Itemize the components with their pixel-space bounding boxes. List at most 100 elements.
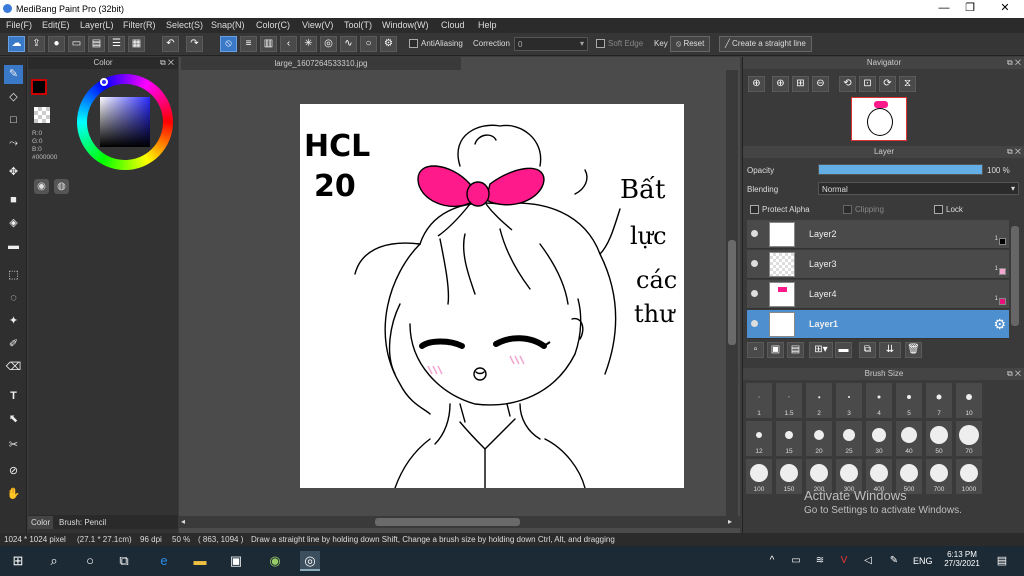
menu-edit[interactable]: Edit(E) <box>42 20 70 30</box>
windows-start-icon[interactable]: ⊞ <box>8 551 28 571</box>
brush-size-option[interactable]: 2 <box>805 382 833 419</box>
hue-handle[interactable] <box>100 78 108 86</box>
maximize-button[interactable]: ❐ <box>960 1 980 16</box>
soft-edge-checkbox[interactable] <box>596 39 605 48</box>
menu-cloud[interactable]: Cloud <box>441 20 465 30</box>
brush-size-option[interactable]: 70 <box>955 420 983 457</box>
edge-icon[interactable]: e <box>154 551 174 571</box>
snap-off-icon[interactable]: ⦸ <box>220 36 237 52</box>
notification-icon[interactable]: ▤ <box>992 551 1012 571</box>
wifi-icon[interactable]: ≋ <box>810 551 830 571</box>
tray-chevron-icon[interactable]: ^ <box>762 551 782 571</box>
visibility-icon[interactable] <box>751 320 758 327</box>
close-icon[interactable]: ⧉ ✕ <box>1007 146 1021 158</box>
brush-size-option[interactable]: 7 <box>925 382 953 419</box>
opacity-slider[interactable] <box>818 164 983 175</box>
reset-button[interactable]: ⦸ Reset <box>670 36 711 52</box>
brush-size-option[interactable]: 50 <box>925 420 953 457</box>
tab-color[interactable]: Color <box>28 516 54 529</box>
merge-layer-icon[interactable]: ⇊ <box>879 342 901 358</box>
share-icon[interactable]: ⇪ <box>28 36 45 52</box>
new-1bit-layer-icon[interactable]: ▤ <box>787 342 804 358</box>
zoom-actual-icon[interactable]: ⊞ <box>792 76 809 92</box>
transparent-color[interactable] <box>34 107 50 123</box>
brush-size-option[interactable]: 1 <box>745 382 773 419</box>
hue-wheel[interactable] <box>77 74 173 170</box>
select-eraser-icon[interactable]: ⌫ <box>4 358 23 377</box>
hand-tool-icon[interactable]: ✋ <box>4 485 23 504</box>
message-icon[interactable]: ▭ <box>68 36 85 52</box>
brush-size-option[interactable]: 12 <box>745 420 773 457</box>
lasso-icon[interactable]: ◌ <box>4 289 23 308</box>
close-button[interactable]: ✕ <box>995 1 1015 16</box>
lock-checkbox[interactable] <box>934 205 943 214</box>
correction-select[interactable]: 0 ▾ <box>514 37 588 51</box>
document-tab[interactable]: large_1607264533310.jpg <box>181 57 461 70</box>
menu-help[interactable]: Help <box>478 20 497 30</box>
text-tool-icon[interactable]: T <box>4 387 23 406</box>
duplicate-layer-icon[interactable]: ⧉ <box>859 342 876 358</box>
snap-curve-icon[interactable]: ∿ <box>340 36 357 52</box>
snap-circle-icon[interactable]: ◎ <box>320 36 337 52</box>
curve-tool-icon[interactable]: ⤳ <box>4 134 23 153</box>
blending-select[interactable]: Normal ▾ <box>818 182 1019 195</box>
brush-size-option[interactable]: 30 <box>865 420 893 457</box>
select-rect-icon[interactable]: ⬚ <box>4 266 23 285</box>
volume-icon[interactable]: ◁ <box>858 551 878 571</box>
fill-tool-icon[interactable]: ◈ <box>4 214 23 233</box>
menu-file[interactable]: File(F) <box>6 20 32 30</box>
grid-icon[interactable]: ▦ <box>128 36 145 52</box>
clock[interactable]: 6:13 PM 27/3/2021 <box>940 550 984 568</box>
menu-layer[interactable]: Layer(L) <box>80 20 114 30</box>
layer-row-layer4[interactable]: Layer4 1 <box>747 280 1009 309</box>
undo-icon[interactable]: ↶ <box>162 36 179 52</box>
list-icon[interactable]: ☰ <box>108 36 125 52</box>
layer-row-layer2[interactable]: Layer2 1 <box>747 220 1009 249</box>
menu-view[interactable]: View(V) <box>302 20 333 30</box>
search-icon[interactable]: ⌕ <box>44 551 64 571</box>
menu-color[interactable]: Color(C) <box>256 20 290 30</box>
palette-icon[interactable]: ◉ <box>34 179 49 194</box>
tab-brush-pencil[interactable]: Brush: Pencil <box>56 516 109 529</box>
scroll-left-icon[interactable]: ◂ <box>181 517 185 526</box>
brush-size-option[interactable]: 15 <box>775 420 803 457</box>
divide-tool-icon[interactable]: ✂ <box>4 436 23 455</box>
snap-grid-icon[interactable]: ▥ <box>260 36 277 52</box>
flip-icon[interactable]: ⧖ <box>899 76 916 92</box>
horizontal-scroll-thumb[interactable] <box>375 518 520 526</box>
protect-alpha-checkbox[interactable] <box>750 205 759 214</box>
palette-add-icon[interactable]: ◍ <box>54 179 69 194</box>
horizontal-scrollbar[interactable]: ◂ ▸ <box>179 516 740 528</box>
close-icon[interactable]: ⧉ ✕ <box>1007 57 1021 69</box>
layer-row-layer1[interactable]: Layer1 ⚙ <box>747 310 1009 339</box>
brush-size-option[interactable]: 25 <box>835 420 863 457</box>
close-icon[interactable]: ⧉ ✕ <box>160 57 174 69</box>
navigator-thumbnail[interactable] <box>851 97 907 141</box>
eyedropper-icon[interactable]: ⊘ <box>4 462 23 481</box>
layer-scrollbar[interactable] <box>1011 226 1019 326</box>
brush-size-option[interactable]: 100 <box>745 458 773 495</box>
menu-snap[interactable]: Snap(N) <box>211 20 245 30</box>
task-view-icon[interactable]: ⧉ <box>114 551 134 571</box>
add-layer-menu-icon[interactable]: ⊞▾ <box>809 342 833 358</box>
foreground-color[interactable] <box>31 79 47 95</box>
trash-icon[interactable]: 🗑 <box>905 342 922 358</box>
menu-window[interactable]: Window(W) <box>382 20 429 30</box>
menu-select[interactable]: Select(S) <box>166 20 203 30</box>
drawing-canvas[interactable]: HCL 20 Bất lực các thư <box>300 104 684 488</box>
dot-tool-icon[interactable]: □ <box>4 111 23 130</box>
operation-tool-icon[interactable]: ⬉ <box>4 410 23 429</box>
shape-tool-icon[interactable]: ■ <box>4 191 23 210</box>
visibility-icon[interactable] <box>751 260 758 267</box>
visibility-icon[interactable] <box>751 290 758 297</box>
brush-size-option[interactable]: 10 <box>955 382 983 419</box>
zoom-out-icon[interactable]: ⊖ <box>812 76 829 92</box>
folder-icon[interactable]: ▬ <box>835 342 852 358</box>
vertical-scroll-thumb[interactable] <box>728 240 736 345</box>
minimize-button[interactable]: — <box>934 1 954 16</box>
gradient-tool-icon[interactable]: ▬ <box>4 237 23 256</box>
clipping-checkbox[interactable] <box>843 205 852 214</box>
battery-icon[interactable]: ▭ <box>786 551 806 571</box>
close-icon[interactable]: ⧉ ✕ <box>1007 368 1021 380</box>
page-icon[interactable]: ▤ <box>88 36 105 52</box>
